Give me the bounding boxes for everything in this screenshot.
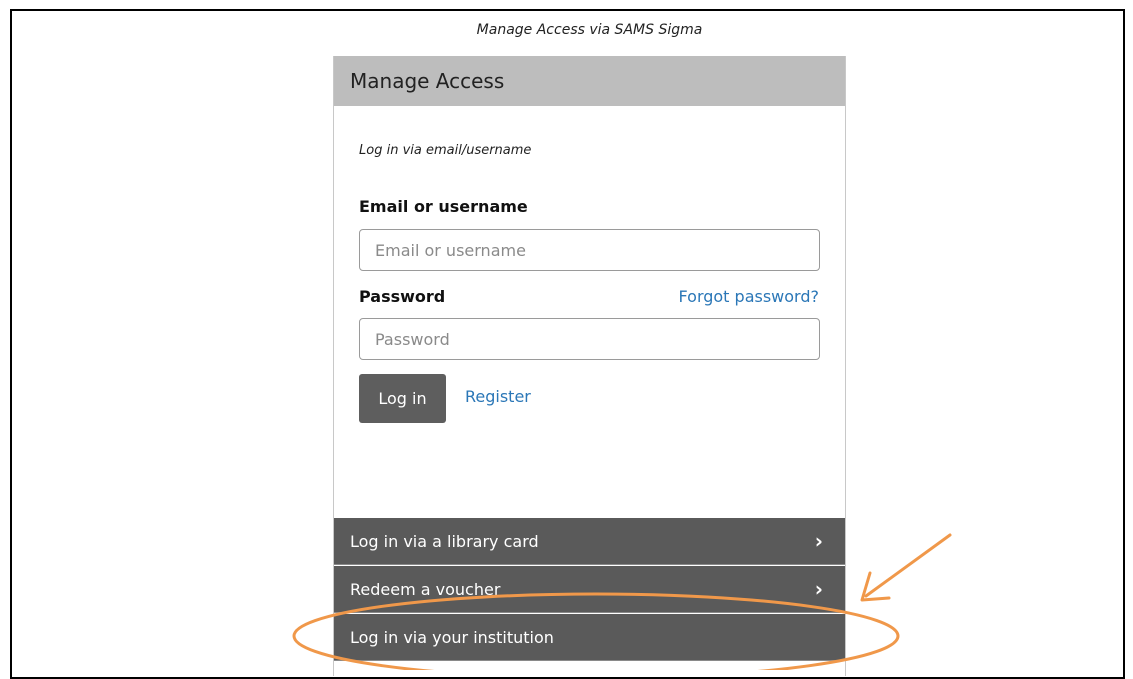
email-input[interactable] bbox=[359, 229, 820, 271]
page-caption: Manage Access via SAMS Sigma bbox=[476, 22, 703, 38]
option-label: Redeem a voucher bbox=[350, 580, 501, 599]
manage-access-panel: Manage Access Log in via email/username … bbox=[333, 56, 846, 676]
forgot-password-link[interactable]: Forgot password? bbox=[679, 287, 819, 306]
password-input[interactable] bbox=[359, 318, 820, 360]
email-label: Email or username bbox=[359, 197, 528, 216]
chevron-right-icon: › bbox=[814, 577, 823, 601]
option-label: Log in via a library card bbox=[350, 532, 539, 551]
option-library-card[interactable]: Log in via a library card › bbox=[334, 518, 845, 565]
password-label: Password bbox=[359, 287, 446, 306]
chevron-right-icon: › bbox=[814, 529, 823, 553]
login-mode-heading: Log in via email/username bbox=[359, 143, 532, 158]
login-button[interactable]: Log in bbox=[359, 374, 446, 423]
option-institution[interactable]: Log in via your institution bbox=[334, 614, 845, 661]
option-redeem-voucher[interactable]: Redeem a voucher › bbox=[334, 566, 845, 613]
register-link[interactable]: Register bbox=[465, 387, 531, 406]
option-label: Log in via your institution bbox=[350, 628, 554, 647]
panel-title: Manage Access bbox=[334, 56, 845, 106]
